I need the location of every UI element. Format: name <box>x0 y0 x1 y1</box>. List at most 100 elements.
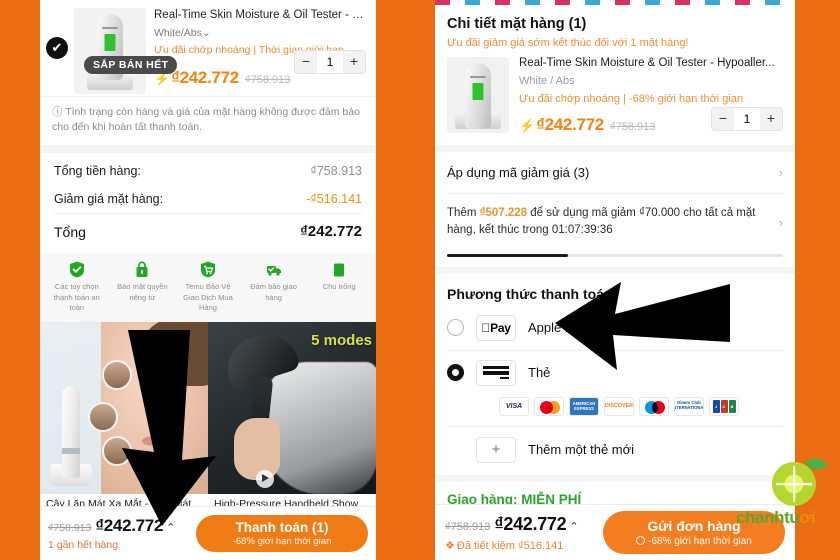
zoom-bubble <box>88 401 118 432</box>
lips <box>142 435 168 446</box>
apply-coupon-row[interactable]: Áp dụng mã giảm giá (3) › <box>435 152 795 193</box>
total-label: Tổng <box>54 223 86 240</box>
item-details-section: Chi tiết mặt hàng (1) Ưu đãi giảm giá sớ… <box>435 16 795 145</box>
summary-total-row: Tổng ₫242.772 <box>54 214 362 251</box>
screenshot-canvas: ✔ SẮP BÁN HẾT Real-Time Skin Moisture & … <box>0 0 840 560</box>
section-divider <box>40 145 376 154</box>
chevron-up-icon[interactable]: ⌃ <box>166 521 175 534</box>
variant-label: White/Abs <box>154 27 202 40</box>
play-icon[interactable] <box>256 469 274 488</box>
price-original: ₫758.913 <box>609 121 656 133</box>
trust-badges-bar: Các tùy chọn thanh toán an toàn Bảo mật … <box>40 253 376 322</box>
diners-club-icon: Diners Club INTERNATIONAL <box>674 396 704 416</box>
trust-badge-label: Các tùy chọn thanh toán an toàn <box>53 282 100 312</box>
cart-item-row[interactable]: ✔ SẮP BÁN HẾT Real-Time Skin Moisture & … <box>40 0 376 96</box>
mastercard-icon <box>534 396 564 416</box>
hand <box>234 417 280 480</box>
quantity-stepper[interactable]: − 1 + <box>294 50 366 74</box>
cart-item-info: Real-Time Skin Moisture & Oil Tester - H… <box>146 8 366 88</box>
radio-button-card[interactable] <box>447 364 464 381</box>
checkout-button[interactable]: Thanh toán (1) -68% giới hạn thời gian <box>196 515 368 552</box>
quantity-decrease-button[interactable]: − <box>712 108 734 130</box>
price-current: ₫242.772 <box>536 115 604 134</box>
recommendation-image-2[interactable]: 5 modes <box>208 321 376 494</box>
promo-prefix: Thêm <box>447 207 480 219</box>
summary-row: Tổng tiền hàng: ₫758.913 <box>54 157 362 185</box>
clock-icon <box>636 536 646 545</box>
footer-stock-warning: 1 gần hết hàng <box>48 539 119 551</box>
quantity-value[interactable]: 1 <box>317 51 343 73</box>
cart-item-title[interactable]: Real-Time Skin Moisture & Oil Tester - H… <box>154 8 366 22</box>
chevron-right-icon: › <box>778 165 783 180</box>
quantity-increase-button[interactable]: + <box>760 108 782 130</box>
apply-coupon-label: Áp dụng mã giảm giá (3) <box>447 165 590 180</box>
chevron-right-icon: › <box>778 214 783 230</box>
trust-badge: Đảm bảo giao hàng <box>241 261 307 312</box>
payment-method-label: Thẻ <box>528 365 551 380</box>
trust-badge: Bảo mật quyền riêng tư <box>110 261 176 312</box>
trust-badge: Temu Bảo Vệ Giao Dịch Mua Hàng <box>175 261 241 312</box>
plus-icon[interactable]: + <box>476 436 516 463</box>
recommendation-images: 5 modes <box>40 321 376 494</box>
quantity-increase-button[interactable]: + <box>343 51 365 73</box>
payment-method-label: Apple Pay <box>528 320 588 335</box>
cart-item-thumbnail[interactable] <box>74 8 146 94</box>
footer-price-block[interactable]: ₫758.913 ₫242.772 ⌃ 1 gần hết hàng <box>48 516 175 551</box>
checkout-item-title[interactable]: Real-Time Skin Moisture & Oil Tester - H… <box>519 57 783 69</box>
checkout-item-thumbnail[interactable] <box>447 57 509 133</box>
add-new-card-label: Thêm một thẻ mới <box>528 442 635 457</box>
promo-progress-row[interactable]: Thêm ₫507.228 để sử dụng mã giảm ₫70.000… <box>435 194 795 248</box>
order-summary: Tổng tiền hàng: ₫758.913 Giảm giá mặt hà… <box>40 153 376 253</box>
trust-badge: Chu trống <box>306 261 372 312</box>
quantity-stepper[interactable]: − 1 + <box>711 107 783 131</box>
left-footer-bar: ₫758.913 ₫242.772 ⌃ 1 gần hết hàng Thanh… <box>40 506 376 560</box>
section-divider <box>435 474 795 482</box>
footer-price-total: ₫242.772 <box>494 513 567 534</box>
footer-price-block[interactable]: ₫758.913 ₫242.772 ⌃ ❖ Đã tiết kiệm ₫516.1… <box>445 514 579 552</box>
bolt-icon: ⚡ <box>519 118 536 133</box>
status-badge: SẮP BÁN HẾT <box>84 56 178 74</box>
promo-message: Thêm ₫507.228 để sử dụng mã giảm ₫70.000… <box>447 205 779 240</box>
footer-price-total: ₫242.772 <box>95 516 164 535</box>
device-line <box>470 76 486 78</box>
footer-savings: ❖ Đã tiết kiệm ₫516.141 <box>445 539 579 552</box>
quantity-value[interactable]: 1 <box>734 108 760 130</box>
amex-icon: AMERICAN EXPRESS <box>569 396 599 416</box>
device-screen <box>472 83 484 100</box>
cart-item-variant[interactable]: White/Abs⌄ <box>154 27 366 39</box>
apple-pay-glyph: Pay <box>481 320 510 335</box>
zoom-bubble <box>102 435 132 466</box>
decorative-airmail-border <box>435 0 795 8</box>
checkout-item-row[interactable]: Real-Time Skin Moisture & Oil Tester - H… <box>447 57 783 145</box>
summary-label: Giảm giá mặt hàng: <box>54 192 164 207</box>
model-face-photo <box>101 321 208 494</box>
availability-notice: ⓘ Tình trạng còn hàng và giá của mặt hàn… <box>40 96 376 145</box>
checkout-button-label: Thanh toán (1) <box>235 520 329 535</box>
radio-button-apple-pay[interactable] <box>447 319 464 336</box>
promo-progress-fill <box>447 253 568 257</box>
total-value: ₫242.772 <box>300 223 362 241</box>
card-glyph <box>483 365 509 380</box>
recommendation-image-1[interactable] <box>40 321 208 494</box>
price-current: ₫242.772 <box>171 68 239 88</box>
chevron-down-icon: ⌄ <box>201 27 211 40</box>
clipboard-icon <box>331 261 347 278</box>
visa-icon: VISA <box>499 396 529 416</box>
chevron-up-icon[interactable]: ⌃ <box>569 520 578 533</box>
watermark-text: chanhtuơi <box>736 508 816 527</box>
watermark: chanhtuơi <box>736 455 836 554</box>
payment-method-apple-pay[interactable]: Pay Apple Pay <box>435 306 795 350</box>
check-icon[interactable]: ✔ <box>46 37 68 59</box>
discover-icon: DISCOVER <box>604 396 634 416</box>
add-new-card-row[interactable]: + Thêm một thẻ mới <box>435 427 795 475</box>
page-subtitle: Ưu đãi giảm giá sớm kết thúc đối với 1 m… <box>447 37 689 49</box>
apple-pay-icon: Pay <box>476 314 516 341</box>
payment-method-card[interactable]: Thẻ <box>435 351 795 395</box>
quantity-decrease-button[interactable]: − <box>295 51 317 73</box>
maestro-icon <box>639 396 669 416</box>
lock-icon <box>134 261 150 278</box>
hair <box>140 321 208 386</box>
footer-prices: ₫758.913 ₫242.772 ⌃ <box>48 516 175 536</box>
jcb-icon: JCB <box>709 396 739 416</box>
tag-icon: ❖ <box>445 539 455 552</box>
